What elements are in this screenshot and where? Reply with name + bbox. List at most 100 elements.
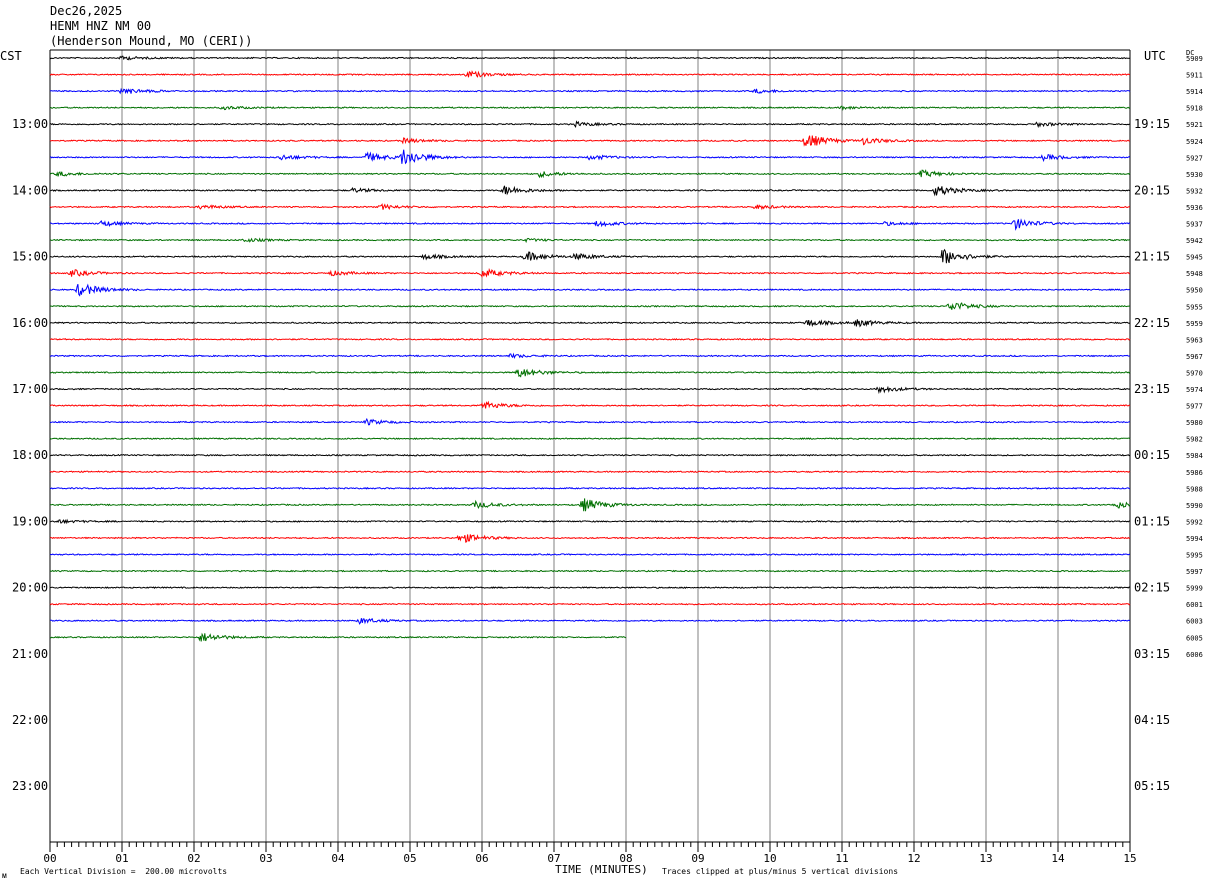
left-hour-label: 17:00 bbox=[12, 382, 48, 396]
right-hour-label: 04:15 bbox=[1134, 713, 1170, 727]
x-tick-label: 12 bbox=[907, 852, 920, 865]
left-hour-label: 15:00 bbox=[12, 250, 48, 264]
x-tick-label: 13 bbox=[979, 852, 992, 865]
trace-row bbox=[49, 618, 1131, 625]
dc-offset-label: 5999 bbox=[1186, 585, 1203, 593]
trace-row bbox=[49, 203, 1131, 211]
dc-offset-label: 5942 bbox=[1186, 237, 1203, 245]
trace-row bbox=[49, 470, 1131, 474]
x-tick-label: 02 bbox=[187, 852, 200, 865]
left-hour-label: 21:00 bbox=[12, 647, 48, 661]
right-hour-label: 01:15 bbox=[1134, 514, 1170, 528]
x-axis-title: TIME (MINUTES) bbox=[555, 863, 648, 876]
dc-offset-label: 6003 bbox=[1186, 618, 1203, 626]
clip-note: Traces clipped at plus/minus 5 vertical … bbox=[662, 867, 899, 876]
right-hour-label: 23:15 bbox=[1134, 382, 1170, 396]
right-hour-label: 22:15 bbox=[1134, 316, 1170, 330]
station-code: HENM HNZ NM 00 bbox=[50, 19, 152, 33]
dc-offset-label: 5955 bbox=[1186, 303, 1203, 311]
left-hour-label: 19:00 bbox=[12, 514, 48, 528]
trace-row bbox=[49, 534, 1131, 543]
trace-row bbox=[49, 283, 1131, 297]
dc-offset-label: 5959 bbox=[1186, 320, 1203, 328]
left-hour-label: 13:00 bbox=[12, 117, 48, 131]
x-tick-label: 14 bbox=[1051, 852, 1065, 865]
dc-offset-label: 5980 bbox=[1186, 419, 1203, 427]
right-hour-label: 05:15 bbox=[1134, 779, 1170, 793]
right-hour-label: 20:15 bbox=[1134, 183, 1170, 197]
x-tick-label: 03 bbox=[259, 852, 272, 865]
dc-offset-label: 6001 bbox=[1186, 601, 1203, 609]
hour-labels: 13:00 14:00 15:00 16:00 17:00 18:00 19:00 20:00… bbox=[12, 55, 1203, 793]
dc-offset-label: 5984 bbox=[1186, 452, 1203, 460]
x-tick-label: 15 bbox=[1123, 852, 1136, 865]
dc-offset-label: 6005 bbox=[1186, 634, 1203, 642]
dc-offset-label: 5986 bbox=[1186, 469, 1203, 477]
trace-row bbox=[49, 553, 1131, 556]
seismic-traces bbox=[49, 55, 1131, 642]
station-location: (Henderson Mound, MO (CERI)) bbox=[50, 34, 253, 48]
right-hour-label: 03:15 bbox=[1134, 647, 1170, 661]
dc-offset-title: DC bbox=[1186, 49, 1195, 57]
right-hour-label: 21:15 bbox=[1134, 250, 1170, 264]
right-hour-label: 00:15 bbox=[1134, 448, 1170, 462]
dc-offset-label: 5997 bbox=[1186, 568, 1203, 576]
dc-offset-label: 6006 bbox=[1186, 651, 1203, 659]
dc-offset-label: 5950 bbox=[1186, 287, 1203, 295]
time-axis: 00 01 02 03 04 05 06 07 08 09 10 11 12 13 14 15 bbox=[43, 841, 1137, 865]
trace-row bbox=[49, 602, 1131, 606]
dc-offset-label: 5994 bbox=[1186, 535, 1203, 543]
dc-offset-label: 5924 bbox=[1186, 138, 1203, 146]
dc-offset-label: 5992 bbox=[1186, 518, 1203, 526]
dc-offset-label: 5932 bbox=[1186, 187, 1203, 195]
trace-row bbox=[49, 267, 1130, 279]
dc-offset-label: 5963 bbox=[1186, 336, 1203, 344]
trace-row bbox=[49, 417, 1131, 426]
x-tick-label: 10 bbox=[763, 852, 776, 865]
dc-offset-label: 5977 bbox=[1186, 403, 1203, 411]
left-hour-label: 14:00 bbox=[12, 183, 48, 197]
trace-row bbox=[49, 302, 1131, 310]
left-hour-label: 20:00 bbox=[12, 581, 48, 595]
right-hour-label: 19:15 bbox=[1134, 117, 1170, 131]
trace-row bbox=[49, 498, 1131, 512]
trace-row bbox=[50, 248, 1131, 264]
dc-offset-label: 5911 bbox=[1186, 72, 1203, 80]
dc-offset-label: 5930 bbox=[1186, 171, 1203, 179]
dc-offset-label: 5914 bbox=[1186, 88, 1203, 96]
right-hour-label: 02:15 bbox=[1134, 581, 1170, 595]
left-hour-label: 23:00 bbox=[12, 779, 48, 793]
dc-offset-label: 5970 bbox=[1186, 369, 1203, 377]
trace-row bbox=[49, 453, 1131, 457]
trace-row bbox=[49, 586, 1131, 590]
trace-row bbox=[49, 368, 1131, 378]
x-tick-label: 05 bbox=[403, 852, 416, 865]
trace-row bbox=[49, 185, 1131, 197]
dc-offset-label: 5974 bbox=[1186, 386, 1203, 394]
x-tick-label: 04 bbox=[331, 852, 345, 865]
dc-offset-label: 5936 bbox=[1186, 204, 1203, 212]
dc-offset-label: 5945 bbox=[1186, 254, 1203, 262]
dc-offset-label: 5921 bbox=[1186, 121, 1203, 129]
x-tick-label: 09 bbox=[691, 852, 704, 865]
x-tick-label: 11 bbox=[835, 852, 848, 865]
dc-offset-label: 5927 bbox=[1186, 154, 1203, 162]
trace-row bbox=[49, 237, 1131, 244]
trace-row bbox=[49, 437, 1131, 441]
trace-row bbox=[49, 169, 1131, 179]
x-tick-label: 01 bbox=[115, 852, 128, 865]
trace-row bbox=[49, 486, 1131, 490]
scale-note: Each Vertical Division = 200.00 microvol… bbox=[20, 867, 228, 876]
trace-row bbox=[49, 385, 1131, 395]
dc-offset-label: 5967 bbox=[1186, 353, 1203, 361]
trace-row bbox=[49, 70, 1131, 78]
left-hour-label: 18:00 bbox=[12, 448, 48, 462]
trace-row bbox=[49, 87, 1131, 95]
dc-offset-label: 5918 bbox=[1186, 105, 1203, 113]
dc-offset-label: 5937 bbox=[1186, 221, 1203, 229]
trace-row bbox=[50, 337, 1131, 341]
trace-row bbox=[49, 319, 1131, 328]
trace-row bbox=[49, 569, 1131, 573]
helicorder-plot: 00 01 02 03 04 05 06 07 08 09 10 11 12 13 14 15 13:0014… bbox=[12, 49, 1203, 865]
minute-gridlines bbox=[49, 49, 1131, 842]
